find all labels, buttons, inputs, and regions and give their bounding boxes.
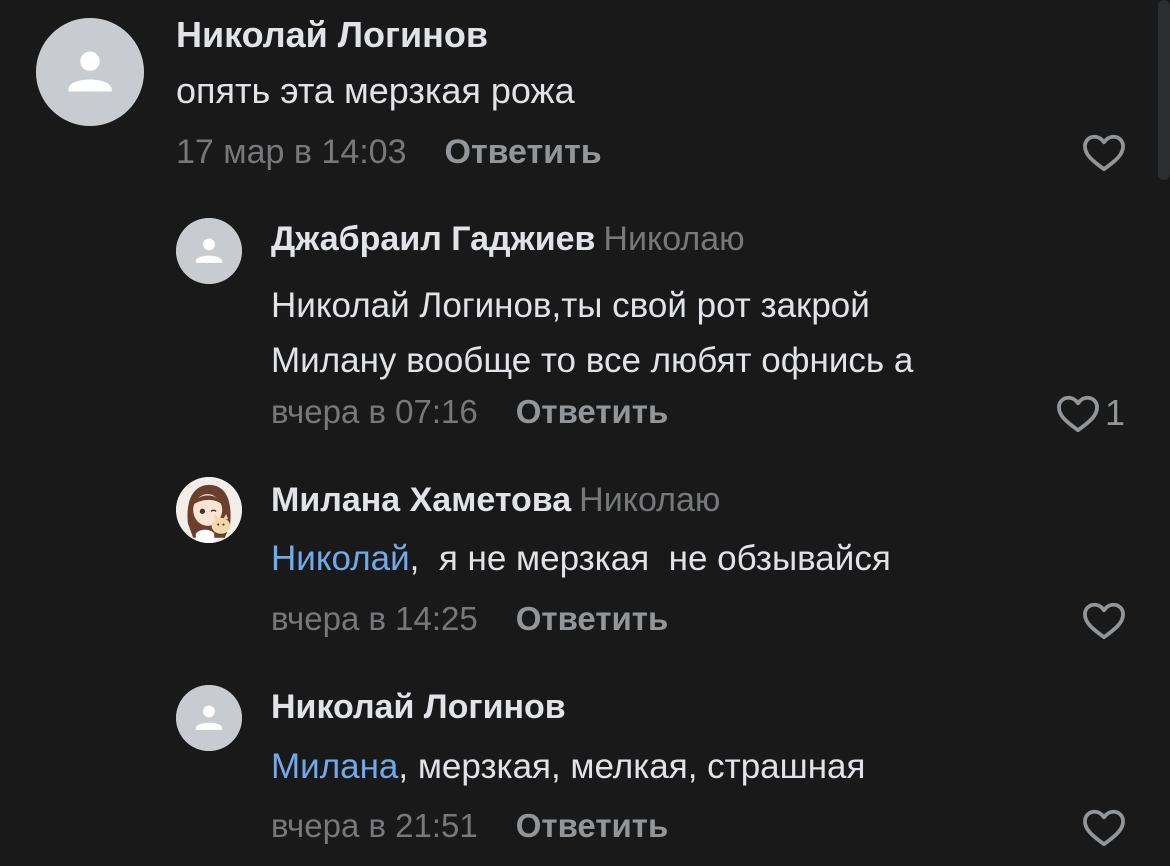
comment-time[interactable]: вчера в 14:25 bbox=[271, 600, 478, 637]
author-name[interactable]: Милана Хаметова bbox=[271, 481, 571, 519]
comment-text-body: , мерзкая, мелкая, страшная bbox=[398, 747, 866, 786]
reply-to-label[interactable]: Николаю bbox=[603, 220, 744, 258]
comment-text-body: , я не мерзкая не обзывайся bbox=[409, 539, 891, 578]
comment-time[interactable]: 17 мар в 14:03 bbox=[176, 133, 407, 171]
scrollbar[interactable] bbox=[1158, 0, 1170, 180]
comment-meta: 17 мар в 14:03 Ответить bbox=[176, 132, 602, 172]
reply-button[interactable]: Ответить bbox=[516, 807, 669, 844]
reply-to-label[interactable]: Николаю bbox=[579, 481, 720, 519]
like-button[interactable] bbox=[1081, 132, 1127, 172]
comment-text-line: опять эта мерзкая рожа bbox=[176, 70, 575, 111]
author-name[interactable]: Николай Логинов bbox=[176, 14, 488, 55]
comment-author[interactable]: Николай Логинов bbox=[176, 14, 488, 56]
comment-meta: вчера в 07:16 Ответить bbox=[271, 392, 668, 432]
comment-text: Николай Логинов,ты свой рот закрой Милан… bbox=[271, 278, 913, 388]
user-placeholder-icon[interactable] bbox=[176, 685, 242, 751]
comment-meta: вчера в 14:25 Ответить bbox=[271, 599, 668, 639]
like-count: 1 bbox=[1105, 392, 1126, 433]
comment-text-line: Николай Логинов,ты свой рот закрой bbox=[271, 286, 870, 325]
comment-meta: вчера в 21:51 Ответить bbox=[271, 806, 668, 846]
reply-button[interactable]: Ответить bbox=[445, 133, 602, 171]
comment-text: Милана, мерзкая, мелкая, страшная bbox=[271, 746, 865, 788]
heart-icon bbox=[1083, 134, 1125, 172]
like-button[interactable] bbox=[1081, 600, 1127, 640]
mention-link[interactable]: Николай bbox=[271, 539, 410, 578]
user-placeholder-icon[interactable] bbox=[176, 218, 242, 284]
like-button[interactable]: 1 bbox=[1055, 392, 1125, 434]
comment-author: Милана Хаметова Николаю bbox=[271, 481, 720, 520]
comment-text-line: Милану вообще то все любят офнись а bbox=[271, 341, 914, 380]
reply-button[interactable]: Ответить bbox=[516, 393, 669, 430]
comment-time[interactable]: вчера в 07:16 bbox=[271, 393, 478, 430]
anime-girl-avatar[interactable] bbox=[176, 477, 242, 543]
mention-link[interactable]: Милана bbox=[271, 747, 398, 786]
heart-icon bbox=[1083, 809, 1125, 847]
comment-time[interactable]: вчера в 21:51 bbox=[271, 807, 478, 844]
user-placeholder-icon[interactable] bbox=[36, 18, 144, 126]
comment-text: Николай, я не мерзкая не обзывайся bbox=[271, 538, 891, 580]
author-name[interactable]: Николай Логинов bbox=[271, 688, 566, 726]
comment-author: Николай Логинов bbox=[271, 688, 566, 727]
author-name[interactable]: Джабраил Гаджиев bbox=[271, 220, 595, 258]
heart-icon bbox=[1083, 602, 1125, 640]
reply-button[interactable]: Ответить bbox=[516, 600, 669, 637]
comment-author: Джабраил Гаджиев Николаю bbox=[271, 220, 745, 259]
heart-icon bbox=[1057, 395, 1099, 433]
like-button[interactable] bbox=[1081, 807, 1127, 847]
comment-text: опять эта мерзкая рожа bbox=[176, 70, 575, 112]
